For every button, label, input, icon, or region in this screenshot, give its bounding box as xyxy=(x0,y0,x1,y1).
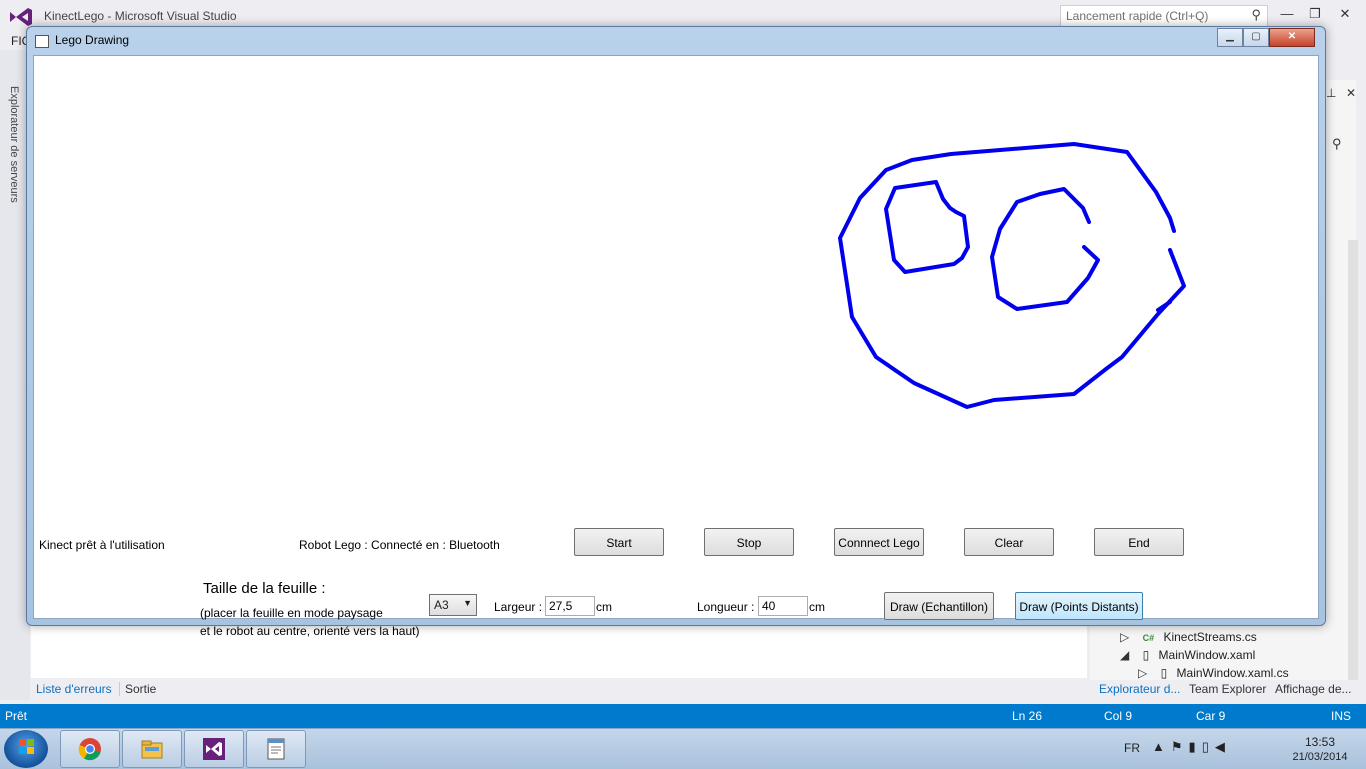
taskbar-chrome[interactable] xyxy=(60,730,120,768)
tree-item-label: MainWindow.xaml xyxy=(1158,648,1256,662)
network-icon[interactable]: ▮ xyxy=(1189,739,1202,754)
tray-date[interactable]: 21/03/2014 xyxy=(1280,751,1360,763)
tree-item-label: KinectStreams.cs xyxy=(1163,630,1257,644)
taskbar-file-explorer[interactable] xyxy=(122,730,182,768)
server-explorer-label: Explorateur de serveurs xyxy=(8,86,20,203)
visual-studio-icon xyxy=(203,738,225,760)
xaml-file-icon: ▯ xyxy=(1142,648,1150,662)
tray-expand-icon[interactable]: ▲ xyxy=(1152,739,1171,754)
draw-distant-points-button[interactable]: Draw (Points Distants) xyxy=(1015,592,1143,620)
drawing-canvas[interactable] xyxy=(34,56,1318,496)
search-icon[interactable]: ⚲ xyxy=(1251,7,1261,23)
vs-bottom-tabs: Liste d'erreurs Sortie xyxy=(31,680,1087,702)
notepad-icon xyxy=(267,738,285,760)
tree-item-kinectstreams[interactable]: ▷ C# KinectStreams.cs xyxy=(1120,630,1257,644)
code-file-icon: ▯ xyxy=(1160,666,1168,680)
sheet-hint-line-1: (placer la feuille en mode paysage xyxy=(200,606,383,620)
clear-button[interactable]: Clear xyxy=(964,528,1054,556)
vs-status-bar: Prêt Ln 26 Col 9 Car 9 INS xyxy=(0,704,1366,728)
close-button[interactable]: ✕ xyxy=(1269,28,1315,47)
close-icon[interactable]: ✕ xyxy=(1346,86,1356,100)
expand-arrow-icon[interactable]: ▷ xyxy=(1120,630,1129,644)
stroke-right-letter xyxy=(990,187,1100,311)
flag-icon[interactable]: ⚑ xyxy=(1171,739,1189,754)
window-app-icon xyxy=(35,35,49,48)
file-explorer-icon xyxy=(141,740,163,759)
sheet-size-select[interactable]: A3 ▼ xyxy=(429,594,477,616)
solution-explorer-scrollbar[interactable] xyxy=(1348,240,1358,680)
length-label: Longueur : xyxy=(697,600,755,614)
sheet-hint: (placer la feuille en mode paysage et le… xyxy=(200,604,419,640)
status-char: Car 9 xyxy=(1196,709,1226,723)
vs-minimize-button[interactable]: — xyxy=(1276,6,1298,24)
sheet-size-title: Taille de la feuille : xyxy=(203,580,326,597)
connect-lego-button[interactable]: Connnect Lego xyxy=(834,528,924,556)
lego-client-area: Kinect prêt à l'utilisation Robot Lego :… xyxy=(33,55,1319,638)
status-line: Ln 26 xyxy=(1012,709,1043,723)
vs-maximize-button[interactable]: ❐ xyxy=(1304,6,1326,24)
tray-time[interactable]: 13:53 xyxy=(1290,735,1350,749)
csharp-file-icon: C# xyxy=(1142,633,1155,643)
length-unit: cm xyxy=(809,600,825,614)
drawn-strokes xyxy=(838,142,1186,409)
robot-status-label: Robot Lego : Connecté en : Bluetooth xyxy=(299,538,500,552)
start-button[interactable] xyxy=(4,730,48,768)
tab-solution-explorer[interactable]: Explorateur d... xyxy=(1099,682,1180,696)
tray-icons[interactable]: ▲⚑▮▯◀ xyxy=(1152,739,1231,755)
windows-logo-icon xyxy=(19,739,34,754)
pin-icon[interactable]: ⊥ xyxy=(1326,86,1336,100)
search-icon[interactable]: ⚲ xyxy=(1332,136,1342,152)
stop-button[interactable]: Stop xyxy=(704,528,794,556)
volume-icon[interactable]: ◀ xyxy=(1215,739,1231,754)
status-insert-mode: INS xyxy=(1331,709,1352,723)
draw-sample-button[interactable]: Draw (Echantillon) xyxy=(884,592,994,620)
width-label: Largeur : xyxy=(494,600,543,614)
minimize-button[interactable]: ▁ xyxy=(1217,28,1243,47)
tray-language[interactable]: FR xyxy=(1124,741,1140,755)
start-button[interactable]: Start xyxy=(574,528,664,556)
quick-launch-placeholder: Lancement rapide (Ctrl+Q) xyxy=(1066,9,1209,23)
taskbar-notepad[interactable] xyxy=(246,730,306,768)
tab-error-list[interactable]: Liste d'erreurs xyxy=(36,682,112,696)
chrome-icon xyxy=(78,738,101,761)
end-button[interactable]: End xyxy=(1094,528,1184,556)
vs-right-tabs: Explorateur d... Team Explorer Affichage… xyxy=(1090,680,1366,702)
stroke-left-eye xyxy=(884,180,970,274)
lego-window-controls: ▁ ▢ ✕ xyxy=(1217,28,1317,47)
expand-arrow-icon[interactable]: ▷ xyxy=(1138,666,1147,680)
tab-output[interactable]: Sortie xyxy=(119,682,156,696)
width-unit: cm xyxy=(596,600,612,614)
tree-item-label: MainWindow.xaml.cs xyxy=(1176,666,1289,680)
sheet-size-value: A3 xyxy=(434,598,449,612)
sheet-hint-line-2: et le robot au centre, orienté vers la h… xyxy=(200,624,420,638)
status-column: Col 9 xyxy=(1104,709,1133,723)
lego-window-title: Lego Drawing xyxy=(55,33,130,47)
stroke-outer-face xyxy=(838,142,1186,409)
power-icon[interactable]: ▯ xyxy=(1202,739,1215,754)
quick-launch-input[interactable]: Lancement rapide (Ctrl+Q) ⚲ xyxy=(1060,5,1268,27)
vs-close-button[interactable]: ✕ xyxy=(1334,6,1356,24)
length-input[interactable] xyxy=(758,596,808,616)
tab-team-explorer[interactable]: Team Explorer xyxy=(1189,682,1266,696)
tree-item-mainwindow-xaml[interactable]: ◢ ▯ MainWindow.xaml xyxy=(1120,648,1255,662)
taskbar-visual-studio[interactable] xyxy=(184,730,244,768)
width-input[interactable] xyxy=(545,596,595,616)
lego-drawing-window: Lego Drawing ▁ ▢ ✕ Kinect prêt à l'utili… xyxy=(26,26,1326,638)
chevron-down-icon: ▼ xyxy=(463,598,472,608)
kinect-status-label: Kinect prêt à l'utilisation xyxy=(39,538,165,552)
tab-class-view[interactable]: Affichage de... xyxy=(1275,682,1352,696)
status-ready: Prêt xyxy=(5,709,28,723)
server-explorer-tab[interactable]: Explorateur de serveurs xyxy=(8,86,26,212)
windows-taskbar: FR ▲⚑▮▯◀ 13:53 21/03/2014 xyxy=(0,728,1366,769)
maximize-button[interactable]: ▢ xyxy=(1243,28,1269,47)
tree-item-mainwindow-xaml-cs[interactable]: ▷ ▯ MainWindow.xaml.cs xyxy=(1138,666,1289,680)
visual-studio-logo-icon xyxy=(10,8,32,26)
collapse-arrow-icon[interactable]: ◢ xyxy=(1120,648,1129,662)
vs-window-title: KinectLego - Microsoft Visual Studio xyxy=(44,9,237,23)
